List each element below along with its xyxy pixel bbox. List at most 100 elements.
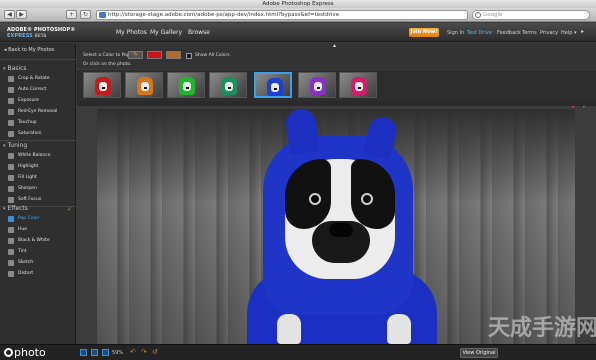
- app-logo[interactable]: ADOBE® PHOTOSHOP® EXPRESS BETA: [7, 27, 75, 39]
- collapse-icon: ▾: [3, 66, 6, 72]
- tab-my-photos[interactable]: My Photos: [116, 29, 147, 37]
- reset-icon[interactable]: ↺: [152, 348, 158, 357]
- address-bar[interactable]: http://storage-stage.adobe.com/adobe-ps/…: [96, 10, 468, 20]
- thumbnail-purple[interactable]: [298, 72, 336, 98]
- fill-light-icon: [8, 175, 14, 181]
- resize-handle[interactable]: [77, 101, 596, 106]
- hue-icon: [8, 227, 14, 233]
- tool-sketch[interactable]: Sketch: [8, 259, 33, 267]
- site-icon: [99, 12, 106, 18]
- sketch-icon: [8, 260, 14, 266]
- tool-touchup[interactable]: Touchup: [8, 119, 37, 127]
- section-tuning[interactable]: ▾ Tuning: [3, 142, 27, 150]
- logo-badge: BETA: [34, 33, 47, 38]
- search-input[interactable]: Google: [472, 10, 590, 20]
- section-effects[interactable]: ▾ Effects: [3, 205, 28, 213]
- divider: [0, 140, 76, 141]
- tool-soft-focus[interactable]: Soft Focus: [8, 196, 41, 204]
- eyedropper-button[interactable]: ✎: [128, 51, 143, 59]
- show-all-colors-checkbox[interactable]: [186, 53, 192, 59]
- tool-black-white[interactable]: Black & White: [8, 237, 50, 245]
- tool-highlight[interactable]: Highlight: [8, 163, 38, 171]
- collapse-panel-icon[interactable]: ▴: [333, 43, 336, 49]
- dog-nose: [329, 223, 353, 237]
- tool-distort[interactable]: Distort: [8, 270, 33, 278]
- dog-eye-right: [361, 193, 373, 205]
- terms-link[interactable]: Terms: [522, 30, 537, 36]
- instruction-text: Or click on the photo.: [83, 62, 132, 67]
- join-now-button[interactable]: Join Now!: [409, 28, 439, 37]
- editor-main: Select a Color to Pop: ✎ Show All Colors…: [77, 43, 596, 344]
- tool-saturation[interactable]: Saturation: [8, 130, 41, 138]
- applied-check-icon: ✓: [67, 206, 73, 213]
- add-bookmark-button[interactable]: +: [66, 10, 77, 19]
- white-balance-icon: [8, 153, 14, 159]
- tool-tint[interactable]: Tint: [8, 248, 26, 256]
- tool-hue[interactable]: Hue: [8, 226, 27, 234]
- logo-line2: EXPRESS: [7, 33, 33, 39]
- select-color-label: Select a Color to Pop:: [83, 53, 132, 58]
- tool-auto-correct[interactable]: Auto Correct: [8, 86, 46, 94]
- thumbnail-orange[interactable]: [125, 72, 163, 98]
- tool-red-eye[interactable]: Red-Eye Removal: [8, 108, 57, 116]
- tool-crop-rotate[interactable]: Crop & Rotate: [8, 75, 50, 83]
- section-basics[interactable]: ▾ Basics: [3, 65, 27, 73]
- test-drive-link[interactable]: Test Drive: [467, 30, 492, 36]
- back-button[interactable]: ◀: [4, 10, 15, 19]
- watermark: 天成手游网: [488, 316, 596, 341]
- tab-browse[interactable]: Browse: [188, 29, 210, 37]
- collapse-icon: ▾: [3, 206, 6, 212]
- red-eye-icon: [8, 109, 14, 115]
- undo-icon[interactable]: ↶: [130, 348, 136, 357]
- tool-sharpen[interactable]: Sharpen: [8, 185, 37, 193]
- color-swatch-red[interactable]: [147, 51, 162, 59]
- sign-in-link[interactable]: Sign In: [447, 30, 464, 36]
- color-swatch-orange[interactable]: [166, 51, 181, 59]
- photo-logo: photo: [4, 346, 46, 359]
- saturation-icon: [8, 131, 14, 137]
- address-text: http://storage-stage.adobe.com/adobe-ps/…: [108, 12, 340, 18]
- view-single-icon[interactable]: [80, 349, 87, 356]
- tool-exposure[interactable]: Exposure: [8, 97, 39, 105]
- view-actual-icon[interactable]: [102, 349, 109, 356]
- pop-color-icon: [8, 216, 14, 222]
- view-original-button[interactable]: View Original: [460, 348, 498, 358]
- pop-color-controls: Select a Color to Pop: ✎ Show All Colors…: [77, 43, 596, 69]
- back-to-photos-link[interactable]: ◂ Back to My Photos: [4, 47, 54, 53]
- thumbnail-blue-selected[interactable]: [254, 72, 292, 98]
- photo-logo-icon: [4, 348, 13, 357]
- view-fit-icon[interactable]: [91, 349, 98, 356]
- thumbnail-teal[interactable]: [209, 72, 247, 98]
- dog-paw-right: [387, 314, 411, 344]
- tool-fill-light[interactable]: Fill Light: [8, 174, 37, 182]
- color-thumbnails: ♥ ✓: [77, 70, 596, 110]
- black-white-icon: [8, 238, 14, 244]
- crop-icon: [8, 76, 14, 82]
- photo-canvas[interactable]: [97, 109, 575, 344]
- dog-paw-left: [277, 314, 301, 344]
- search-placeholder: Google: [483, 12, 503, 18]
- thumbnail-red[interactable]: [83, 72, 121, 98]
- sharpen-icon: [8, 186, 14, 192]
- thumbnail-green[interactable]: [167, 72, 205, 98]
- tab-my-gallery[interactable]: My Gallery: [150, 29, 182, 37]
- tool-white-balance[interactable]: White Balance: [8, 152, 50, 160]
- window-title: Adobe Photoshop Express: [0, 0, 596, 8]
- zoom-level: 59%: [112, 350, 124, 356]
- menu-arrow-icon[interactable]: ▸: [581, 29, 584, 35]
- soft-focus-icon: [8, 197, 14, 203]
- reload-icon[interactable]: ↻: [80, 10, 91, 19]
- collapse-icon: ▾: [3, 143, 6, 149]
- dog-eye-left: [309, 193, 321, 205]
- show-all-colors-label: Show All Colors: [195, 53, 230, 58]
- thumbnail-magenta[interactable]: [339, 72, 377, 98]
- search-icon: [475, 12, 481, 18]
- redo-icon[interactable]: ↷: [141, 348, 147, 357]
- forward-button[interactable]: ▶: [16, 10, 27, 19]
- privacy-link[interactable]: Privacy: [540, 30, 558, 36]
- tint-icon: [8, 249, 14, 255]
- highlight-icon: [8, 164, 14, 170]
- tool-pop-color[interactable]: Pop Color: [8, 215, 39, 223]
- feedback-link[interactable]: Feedback: [497, 30, 521, 36]
- help-menu[interactable]: Help ▾: [561, 30, 577, 36]
